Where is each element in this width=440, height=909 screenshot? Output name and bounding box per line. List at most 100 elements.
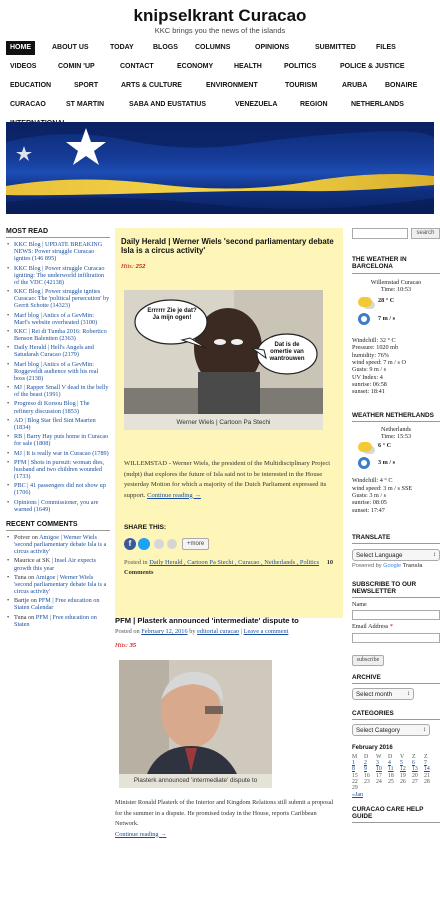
nav-politics[interactable]: POLITICS [280,60,320,74]
wind-icon [358,457,370,470]
category-select[interactable]: Select Category [352,724,430,737]
most-read-title: MOST READ [6,228,110,239]
subscribe-button[interactable]: subscribe [352,654,384,666]
calendar-table: M D W D V Z Z 1 2 3 4 5 6 7 8 9 10 11 12… [352,754,436,792]
facebook-share-icon[interactable]: f [124,538,136,550]
comment-author: Bartje on [14,597,39,605]
nav-region[interactable]: REGION [296,98,332,112]
site-title[interactable]: knipselkrant Curacao [0,6,440,26]
most-read-item[interactable]: MJ | It is really war in Curacao (1789) [6,450,110,457]
weather-current: 28 ° C 7 m / s [352,295,440,329]
continue-reading-link[interactable]: Continue reading → [147,492,201,499]
nav-economy[interactable]: ECONOMY [173,60,217,74]
weather-detail: Gusts: 9 m / s [352,366,387,374]
weather-detail: Pressure: 1020 mb [352,344,399,352]
nav-bonaire[interactable]: BONAIRE [381,79,421,93]
email-field[interactable] [352,632,440,643]
recent-comment: Tuna on Amigoe | Werner Wiels 'second pa… [6,574,110,595]
post-author-link[interactable]: editorial curacao [197,628,239,635]
search-button[interactable]: search [411,228,440,239]
post-meta: Posted in Daily Herald , Cartoon Pa Stec… [124,558,336,578]
newsletter-title: SUBSCRIBE TO OUR NEWSLETTER [352,581,440,599]
most-read-item[interactable]: RB | Barry Hay puts home in Curacao for … [6,433,110,447]
nav-files[interactable]: FILES [372,41,400,55]
nav-health[interactable]: HEALTH [230,60,266,74]
calendar-week: 22 23 24 25 26 27 28 [352,779,436,785]
most-read-item[interactable]: KKC Blog | UPDATE BREAKING NEWS: Power s… [6,241,110,262]
post-hits: Hits: 35 [115,642,343,649]
weather-detail: Windchill: 4 ° C [352,477,393,485]
hits-value: 35 [129,642,137,649]
nav-netherlands[interactable]: NETHERLANDS [347,98,408,112]
weather-title: THE WEATHER IN BARCELONA [352,256,440,274]
most-read-item[interactable]: Progreso di Korsou Blog | The refinery d… [6,400,110,414]
most-read-item[interactable]: PFM | Shots in pursuit: woman dies, husb… [6,459,110,480]
weather-details: Windchill: 4 ° C wind speed: 3 m / s SSE… [352,477,440,513]
recent-comment: Tuna on PFM | Free education on Staten [6,614,110,628]
most-read-item[interactable]: Daily Herald | Hell's Angels and Satudar… [6,344,110,358]
nav-aruba[interactable]: ARUBA [338,79,371,93]
post-date-link[interactable]: February 12, 2016 [141,628,187,635]
most-read-item[interactable]: MJ | Rapper Small V dead in the belly of… [6,384,110,398]
nav-contact[interactable]: CONTACT [116,60,158,74]
most-read-item[interactable]: Marf blog | Antics of a GevMin: Roggevel… [6,361,110,382]
powered-by-label: Powered by [352,563,382,570]
nav-columns[interactable]: COLUMNS [191,41,234,55]
partly-cloudy-icon [358,442,372,453]
weather-detail: sunset: 18:41 [352,388,385,396]
archive-select[interactable]: Select month [352,688,414,701]
post-title[interactable]: PFM | Plasterk announced 'intermediate' … [115,616,343,625]
nav-sport[interactable]: SPORT [70,79,102,93]
nav-st-martin[interactable]: ST MARTIN [62,98,108,112]
recent-comment: Potver on Amigoe | Werner Wiels 'second … [6,534,110,555]
hits-label: Hits: [115,642,128,649]
most-read-item[interactable]: KKC | Rei di Tumba 2016: Robertico Benso… [6,328,110,342]
categories-title: CATEGORIES [352,710,440,721]
nav-tourism[interactable]: TOURISM [281,79,321,93]
nav-opinions[interactable]: OPINIONS [251,41,293,55]
nav-saba-eustatius[interactable]: SABA AND EUSTATIUS [125,98,210,112]
post-cartoon-image[interactable]: Errrrrr Zie je dat? Ja mijn ogen! Dat is… [124,290,323,430]
post-title[interactable]: Daily Herald | Werner Wiels 'second parl… [121,237,337,255]
search-input[interactable] [352,228,408,239]
most-read-item[interactable]: KKC Blog | Power struggle Curacao igniti… [6,265,110,286]
email-share-icon[interactable] [154,539,164,549]
most-read-item[interactable]: AD | Blog Star fled Sint Maarten (1834) [6,417,110,431]
language-select[interactable]: Select Language [352,549,440,562]
nav-today[interactable]: TODAY [106,41,138,55]
continue-reading-link[interactable]: Continue reading → [115,831,166,838]
post-item: PFM | Plasterk announced 'intermediate' … [115,616,343,838]
nav-videos[interactable]: VIDEOS [6,60,40,74]
post-categories[interactable]: Daily Herald , Cartoon Pa Stechi , Curac… [149,559,319,566]
leave-comment-link[interactable]: Leave a comment [244,628,289,635]
name-field[interactable] [352,610,440,621]
nav-submitted[interactable]: SUBMITTED [311,41,360,55]
translate-link[interactable]: Transla [403,563,423,569]
share-more-label: more [190,541,205,547]
nav-comin-up[interactable]: COMIN 'UP [54,60,99,74]
share-title: SHARE THIS: [124,524,167,531]
nav-venezuela[interactable]: VENEZUELA [231,98,281,112]
nav-curacao[interactable]: CURACAO [6,98,50,112]
share-more-button[interactable]: +more [182,538,210,550]
post-photo[interactable]: Plasterk announced 'intermediate' disput… [119,660,272,788]
print-share-icon[interactable] [167,539,177,549]
flag-star-small-icon [16,146,32,161]
recent-comments-list: Potver on Amigoe | Werner Wiels 'second … [6,534,110,628]
nav-arts-culture[interactable]: ARTS & CULTURE [117,79,186,93]
nav-education[interactable]: EDUCATION [6,79,55,93]
nav-police-justice[interactable]: POLICE & JUSTICE [336,60,409,74]
email-label: Email Address [352,623,389,631]
nav-home[interactable]: HOME [6,41,35,55]
nav-environment[interactable]: ENVIRONMENT [202,79,262,93]
calendar-prev-link[interactable]: «Jan [352,792,363,798]
twitter-share-icon[interactable] [138,538,150,550]
weather-detail: UV Index: 4 [352,373,383,381]
nav-about-us[interactable]: ABOUT US [48,41,93,55]
most-read-item[interactable]: KKC Blog | Power struggle ignites Curaca… [6,288,110,309]
most-read-item[interactable]: Opinions | Commissioner, you are warned … [6,499,110,513]
most-read-item[interactable]: Marf blog | Antics of a GevMin: Marf's w… [6,312,110,326]
most-read-item[interactable]: PBC | 41 passengers did not show up (170… [6,482,110,496]
weather-city: Willemstad Curacao [370,278,422,286]
nav-blogs[interactable]: BLOGS [149,41,182,55]
